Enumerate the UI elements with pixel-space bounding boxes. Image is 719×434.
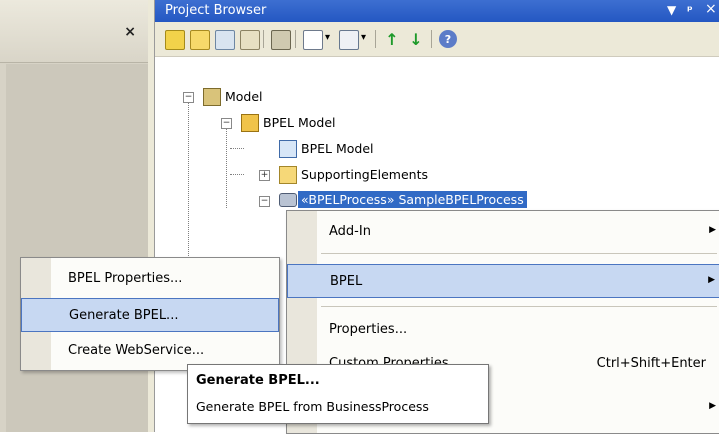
- chevron-down-icon[interactable]: ▾: [325, 32, 330, 43]
- left-panel-header: ×: [0, 0, 148, 63]
- menu-item-create-webservice[interactable]: Create WebService...: [21, 334, 279, 368]
- project-browser-toolbar: ▾ ▾ ↑ ↓ ?: [155, 22, 719, 57]
- document-icon[interactable]: [303, 30, 323, 50]
- menu-item-label: BPEL Properties...: [68, 271, 183, 286]
- expand-toggle[interactable]: +: [259, 170, 270, 181]
- menu-separator: [321, 306, 717, 307]
- menu-item-shortcut: Ctrl+Shift+Enter: [596, 356, 706, 371]
- submenu-arrow-icon: ▶: [709, 401, 716, 411]
- menu-item-label: Properties...: [329, 322, 408, 337]
- menu-item-label: Create WebService...: [68, 343, 205, 358]
- collapse-toggle[interactable]: −: [183, 92, 194, 103]
- submenu-arrow-icon: ▶: [708, 275, 715, 285]
- tree-connector: [230, 174, 244, 175]
- process-icon: [279, 193, 297, 207]
- menu-item-bpel-properties[interactable]: BPEL Properties...: [21, 262, 279, 296]
- chevron-down-icon[interactable]: ▾: [361, 32, 366, 43]
- diagram-icon: [279, 140, 297, 158]
- help-icon[interactable]: ?: [439, 30, 457, 48]
- tree-item-bpel-model-package[interactable]: BPEL Model: [263, 115, 335, 130]
- tree-connector: [230, 148, 244, 149]
- close-icon[interactable]: ×: [124, 24, 136, 40]
- menu-item-label: Add-In: [329, 224, 371, 239]
- tree-item-bpel-model-diagram[interactable]: BPEL Model: [301, 141, 373, 156]
- project-browser-title: Project Browser: [165, 3, 267, 18]
- new-element-icon[interactable]: [240, 30, 260, 50]
- menu-item-add-in[interactable]: Add-In ▶: [287, 215, 719, 249]
- output-icon[interactable]: [339, 30, 359, 50]
- tree-connector: [226, 128, 227, 208]
- tree-item-supporting-elements[interactable]: SupportingElements: [301, 167, 428, 182]
- dropdown-icon[interactable]: ▼: [667, 3, 676, 17]
- folder-icon: [279, 166, 297, 184]
- tooltip-title: Generate BPEL...: [196, 373, 320, 388]
- new-diagram-icon[interactable]: [215, 30, 235, 50]
- tree-item-model[interactable]: Model: [225, 89, 263, 104]
- menu-item-label: BPEL: [330, 274, 363, 289]
- tree-item-sample-bpel-process[interactable]: «BPELProcess» SampleBPELProcess: [298, 191, 527, 208]
- menu-item-generate-bpel[interactable]: Generate BPEL...: [21, 298, 279, 332]
- tooltip-description: Generate BPEL from BusinessProcess: [196, 399, 429, 414]
- tooltip: Generate BPEL... Generate BPEL from Busi…: [187, 364, 489, 424]
- package-icon: [241, 114, 259, 132]
- move-up-icon[interactable]: ↑: [383, 30, 401, 49]
- model-root-icon: [203, 88, 221, 106]
- collapse-toggle[interactable]: −: [259, 196, 270, 207]
- submenu-arrow-icon: ▶: [709, 225, 716, 235]
- move-down-icon[interactable]: ↓: [407, 30, 425, 49]
- new-package-icon[interactable]: [165, 30, 185, 50]
- close-icon[interactable]: ×: [705, 1, 717, 17]
- pin-icon[interactable]: ᵖ: [687, 3, 693, 17]
- menu-item-label: Generate BPEL...: [69, 308, 179, 323]
- new-folder-icon[interactable]: [190, 30, 210, 50]
- menu-item-properties[interactable]: Properties...: [287, 313, 719, 347]
- menu-separator: [321, 253, 717, 254]
- toolbar-separator: [263, 30, 264, 48]
- toolbar-separator: [375, 30, 376, 48]
- collapse-toggle[interactable]: −: [221, 118, 232, 129]
- project-browser-title-bar: Project Browser ▼ ᵖ ×: [155, 0, 719, 22]
- bpel-submenu: BPEL Properties... Generate BPEL... Crea…: [20, 257, 280, 371]
- find-icon[interactable]: [271, 30, 291, 50]
- left-panel-content: [6, 64, 148, 432]
- menu-item-bpel[interactable]: BPEL ▶: [287, 264, 719, 298]
- toolbar-separator: [431, 30, 432, 48]
- toolbar-separator: [295, 30, 296, 48]
